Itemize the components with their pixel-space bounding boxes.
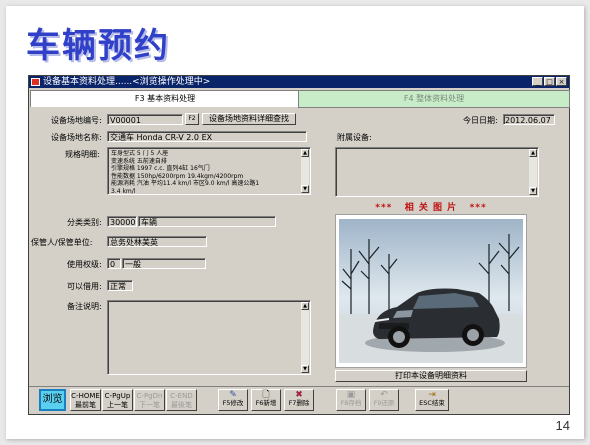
permission-code-field[interactable]: 0 (107, 258, 121, 269)
spec-line: 能源消耗 汽油 平均11.4 km/l 市区9.0 km/l 高速公路1 (111, 180, 260, 187)
spec-scrollbar[interactable]: ▲ ▼ (301, 149, 309, 193)
car-photo (339, 219, 523, 363)
borrowable-field[interactable]: 正常 (107, 280, 133, 291)
nav-label: 最後笔 (171, 401, 192, 409)
spec-text: 车身型式 5 门 5 人座 变速系统 五前速自排 引擎规格 1997 c.c. … (111, 150, 298, 195)
remarks-textarea[interactable]: ▲ ▼ (107, 300, 311, 375)
exit-button[interactable]: ⇥ ESC结束 (415, 389, 449, 411)
nav-key: C-PgUp (104, 392, 131, 400)
delete-button[interactable]: ✖ F7删除 (284, 389, 314, 411)
nav-key: C-PgDn (136, 392, 163, 400)
slide: 车辆预约 设备基本资料处理......<浏览操作处理中> _ □ × F3 基本… (6, 6, 584, 439)
scroll-up-arrow-icon[interactable]: ▲ (529, 149, 537, 157)
f2-lookup-button[interactable]: F2 (185, 113, 199, 125)
remarks-scrollbar[interactable]: ▲ ▼ (301, 302, 309, 373)
new-record-button-label: F6新增 (255, 399, 277, 407)
toolbar-divider (29, 386, 569, 387)
spec-line: 3.4 km/l (111, 187, 136, 195)
nav-key: C-END (170, 392, 193, 400)
scroll-down-arrow-icon[interactable]: ▼ (301, 185, 309, 193)
attached-scrollbar[interactable]: ▲ ▼ (529, 149, 537, 195)
detail-query-button[interactable]: 设备场地资料详细查找 (202, 113, 296, 125)
save-button-label: F8存档 (340, 399, 362, 407)
spec-label: 规格明细: (65, 150, 100, 159)
close-button[interactable]: × (556, 77, 567, 86)
app-window: 设备基本资料处理......<浏览操作处理中> _ □ × F3 基本资料处理 … (28, 75, 570, 415)
photo-heading: *** 相 关 图 片 *** (375, 203, 487, 213)
edit-button-label: F5修改 (222, 399, 244, 407)
edit-button[interactable]: ✎ F5修改 (218, 389, 248, 411)
spec-line: 性能数据 150hp/6200rpm 19.4kgm/4200rpm (111, 172, 244, 180)
restore-button[interactable]: ↶ F9还原 (369, 389, 399, 411)
photo-frame (335, 214, 527, 368)
save-button[interactable]: ▣ F8存档 (336, 389, 366, 411)
slide-title: 车辆预约 (26, 26, 170, 66)
scroll-down-arrow-icon[interactable]: ▼ (301, 365, 309, 373)
nav-key: C-HOME (71, 392, 100, 400)
prev-record-button[interactable]: C-PgUp 上一笔 (102, 389, 133, 411)
window-title: 设备基本资料处理......<浏览操作处理中> (43, 77, 211, 87)
category-code-field[interactable]: 30000 (107, 216, 137, 227)
spec-line: 车身型式 5 门 5 人座 (111, 150, 169, 157)
next-record-button[interactable]: C-PgDn 下一笔 (134, 389, 165, 411)
last-record-button[interactable]: C-END 最後笔 (166, 389, 197, 411)
permission-name-field: 一般 (122, 258, 206, 269)
app-icon (31, 78, 40, 86)
window-titlebar: 设备基本资料处理......<浏览操作处理中> _ □ × (29, 76, 569, 88)
spec-line: 变速系统 五前速自排 (111, 157, 167, 165)
minimize-button[interactable]: _ (532, 77, 543, 86)
today-date-field: 2012.06.07 (503, 114, 555, 125)
page-number: 14 (555, 418, 570, 433)
maximize-button[interactable]: □ (544, 77, 555, 86)
first-record-button[interactable]: C-HOME 最前笔 (70, 389, 101, 411)
nav-label: 上一笔 (107, 401, 128, 409)
scroll-up-arrow-icon[interactable]: ▲ (301, 149, 309, 157)
permission-label: 使用权级: (67, 260, 102, 269)
site-name-label: 设备场地名称: (51, 133, 102, 142)
window-controls: _ □ × (532, 77, 567, 86)
site-code-label: 设备场地编号: (51, 116, 102, 125)
borrowable-label: 可以借用: (67, 282, 102, 291)
tab-overall-data[interactable]: F4 整体资料处理 (298, 90, 570, 108)
custodian-field[interactable]: 总务处林美英 (107, 236, 207, 247)
attached-equipment-textarea[interactable]: ▲ ▼ (335, 147, 539, 197)
nav-label: 下一笔 (139, 401, 160, 409)
delete-button-label: F7删除 (288, 399, 310, 407)
spec-textarea[interactable]: 车身型式 5 门 5 人座 变速系统 五前速自排 引擎规格 1997 c.c. … (107, 147, 311, 195)
site-name-field[interactable]: 交通车 Honda CR-V 2.0 EX (107, 131, 307, 142)
nav-label: 最前笔 (75, 401, 96, 409)
category-name-field: 车辆 (138, 216, 276, 227)
attached-equipment-label: 附属设备: (337, 133, 372, 142)
category-label: 分类类别: (67, 218, 102, 227)
new-record-button[interactable]: 🗋 F6新增 (251, 389, 281, 411)
custodian-label: 保管人/保管单位: (31, 238, 93, 247)
site-code-field[interactable]: V00001 (107, 114, 183, 125)
print-detail-button[interactable]: 打印本设备明细资料 (335, 370, 527, 382)
exit-button-label: ESC结束 (419, 399, 445, 407)
tab-bar: F3 基本资料处理 F4 整体资料处理 (30, 90, 570, 108)
browse-button[interactable]: 浏览 (39, 389, 66, 411)
tab-basic-data[interactable]: F3 基本资料处理 (30, 90, 300, 107)
remarks-label: 备注说明: (67, 302, 102, 311)
scroll-down-arrow-icon[interactable]: ▼ (529, 187, 537, 195)
spec-line: 引擎规格 1997 c.c. 直列4缸 16气门 (111, 165, 210, 172)
restore-button-label: F9还原 (373, 399, 395, 407)
scroll-up-arrow-icon[interactable]: ▲ (301, 302, 309, 310)
today-label: 今日日期: (463, 116, 498, 125)
